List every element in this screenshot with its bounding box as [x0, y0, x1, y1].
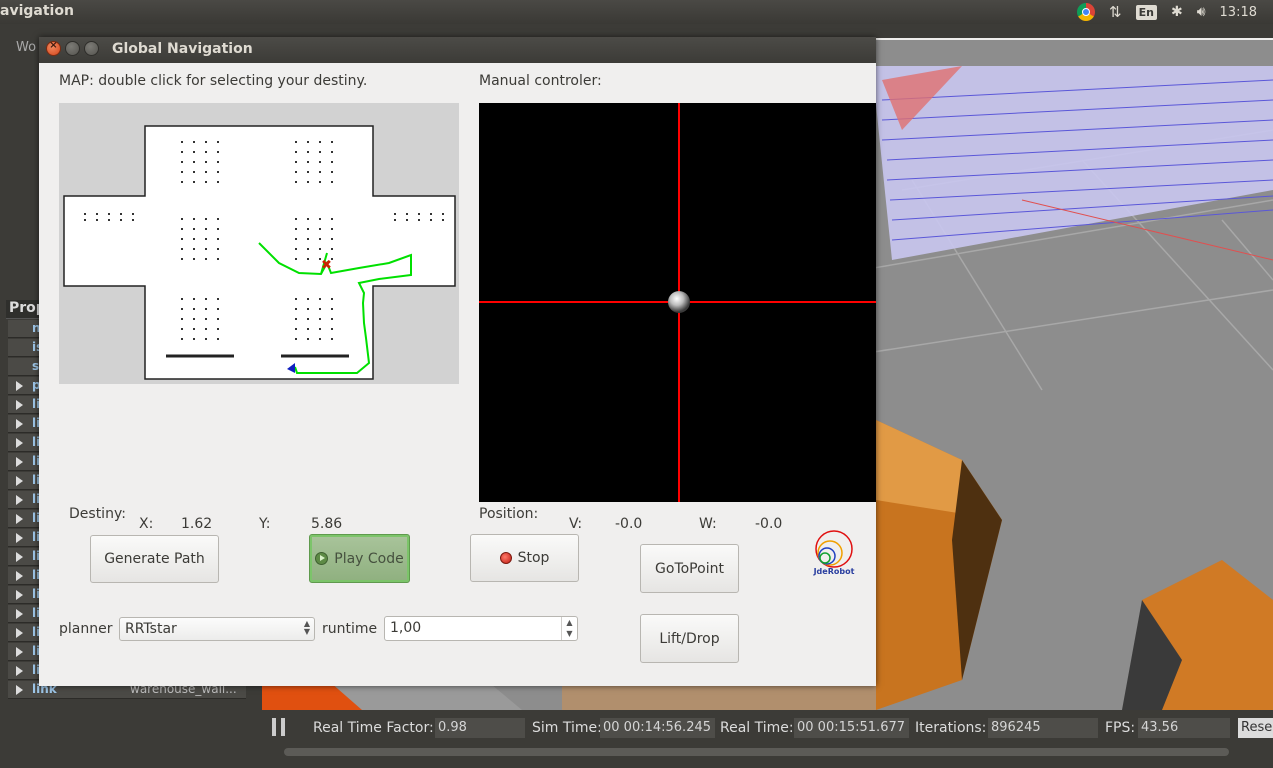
app-title: avigation	[0, 3, 74, 19]
generate-path-label: Generate Path	[104, 551, 205, 567]
planner-label: planner	[59, 621, 113, 637]
dialog-titlebar[interactable]: × Global Navigation	[39, 37, 876, 63]
expand-arrow-icon[interactable]	[16, 514, 23, 524]
horizontal-scrollbar[interactable]	[284, 748, 1229, 756]
volume-icon[interactable]: 🔊︎	[1197, 4, 1206, 20]
expand-arrow-icon[interactable]	[16, 685, 23, 695]
lift-drop-label: Lift/Drop	[659, 630, 720, 647]
iterations-label: Iterations:	[915, 720, 987, 736]
fps-label: FPS:	[1105, 720, 1136, 736]
expand-arrow-icon[interactable]	[16, 381, 23, 391]
manual-controller-pad[interactable]	[479, 103, 876, 502]
occupancy-map: ✖	[59, 103, 459, 384]
lift-drop-button[interactable]: Lift/Drop	[640, 614, 739, 663]
clock[interactable]: 13:18	[1220, 5, 1257, 20]
expand-arrow-icon[interactable]	[16, 609, 23, 619]
system-tray: ⇅ En ✱ 🔊︎ 13:18	[1077, 0, 1273, 24]
expand-arrow-icon[interactable]	[16, 400, 23, 410]
expand-arrow-icon[interactable]	[16, 533, 23, 543]
position-label: Position:	[479, 506, 539, 522]
goto-point-button[interactable]: GoToPoint	[640, 544, 739, 593]
expand-arrow-icon[interactable]	[16, 476, 23, 486]
planner-selected-value: RRTstar	[125, 621, 177, 637]
runtime-value: 1,00	[390, 620, 422, 636]
close-button[interactable]: ×	[46, 40, 61, 56]
svg-text:✖: ✖	[321, 258, 332, 273]
map-label: MAP: double click for selecting your des…	[59, 73, 368, 89]
updown-arrows-icon: ▲ ▼	[303, 619, 310, 636]
spin-arrows-icon[interactable]: ▲ ▼	[561, 617, 577, 640]
controller-crosshair	[479, 103, 876, 502]
reset-button[interactable]: Rese	[1238, 718, 1273, 738]
goto-point-label: GoToPoint	[655, 560, 724, 577]
play-icon	[315, 552, 329, 565]
w-label: W:	[699, 516, 717, 532]
expand-arrow-icon[interactable]	[16, 552, 23, 562]
jderobot-logo-icon	[815, 530, 853, 568]
stop-record-icon	[499, 552, 512, 564]
joystick-handle	[668, 291, 690, 313]
dialog-title: Global Navigation	[112, 41, 253, 57]
generate-path-button[interactable]: Generate Path	[90, 535, 219, 583]
keyboard-layout-indicator[interactable]: En	[1135, 4, 1157, 20]
pause-button[interactable]	[272, 718, 288, 736]
controller-label: Manual controler:	[479, 73, 602, 89]
close-icon: ×	[49, 40, 58, 51]
v-label: V:	[569, 516, 583, 532]
expand-arrow-icon[interactable]	[16, 647, 23, 657]
w-value: -0.0	[755, 516, 783, 532]
world-tab[interactable]: Wo	[16, 40, 36, 55]
minimize-button[interactable]	[65, 41, 80, 56]
y-label: Y:	[259, 516, 271, 532]
sim-time-label: Sim Time:	[532, 720, 602, 736]
expand-arrow-icon[interactable]	[16, 590, 23, 600]
play-code-label: Play Code	[334, 550, 404, 567]
fps-value: 43.56	[1138, 718, 1230, 738]
system-top-bar: avigation ⇅ En ✱ 🔊︎ 13:18	[0, 0, 1273, 24]
x-label: X:	[139, 516, 154, 532]
real-time-value: 00 00:15:51.677	[794, 718, 909, 738]
iterations-value: 896245	[988, 718, 1098, 738]
destiny-label: Destiny:	[69, 506, 126, 522]
expand-arrow-icon[interactable]	[16, 438, 23, 448]
y-value: 5.86	[311, 516, 343, 532]
bluetooth-icon[interactable]: ✱	[1171, 4, 1183, 20]
expand-arrow-icon[interactable]	[16, 419, 23, 429]
maximize-button[interactable]	[84, 41, 99, 56]
rtf-label: Real Time Factor:	[313, 720, 434, 736]
rtf-value: 0.98	[435, 718, 525, 738]
v-value: -0.0	[615, 516, 643, 532]
global-navigation-dialog: × Global Navigation MAP: double click fo…	[39, 37, 876, 686]
expand-arrow-icon[interactable]	[16, 628, 23, 638]
stop-label: Stop	[517, 550, 550, 566]
expand-arrow-icon[interactable]	[16, 571, 23, 581]
expand-arrow-icon[interactable]	[16, 495, 23, 505]
runtime-label: runtime	[322, 621, 378, 637]
network-icon[interactable]: ⇅	[1109, 3, 1122, 21]
logo-text: JdeRobot	[813, 567, 855, 576]
runtime-spinbox[interactable]: 1,00 ▲ ▼	[384, 616, 578, 641]
jderobot-logo: JdeRobot	[811, 529, 857, 579]
planner-select[interactable]: RRTstar ▲ ▼	[119, 617, 315, 641]
sim-time-value: 00 00:14:56.245	[600, 718, 715, 738]
play-code-button[interactable]: Play Code	[309, 534, 410, 583]
expand-arrow-icon[interactable]	[16, 457, 23, 467]
real-time-label: Real Time:	[720, 720, 794, 736]
x-value: 1.62	[181, 516, 213, 532]
map-view[interactable]: ✖	[59, 103, 459, 384]
chrome-icon[interactable]	[1077, 3, 1096, 21]
stop-button[interactable]: Stop	[470, 534, 579, 582]
expand-arrow-icon[interactable]	[16, 666, 23, 676]
